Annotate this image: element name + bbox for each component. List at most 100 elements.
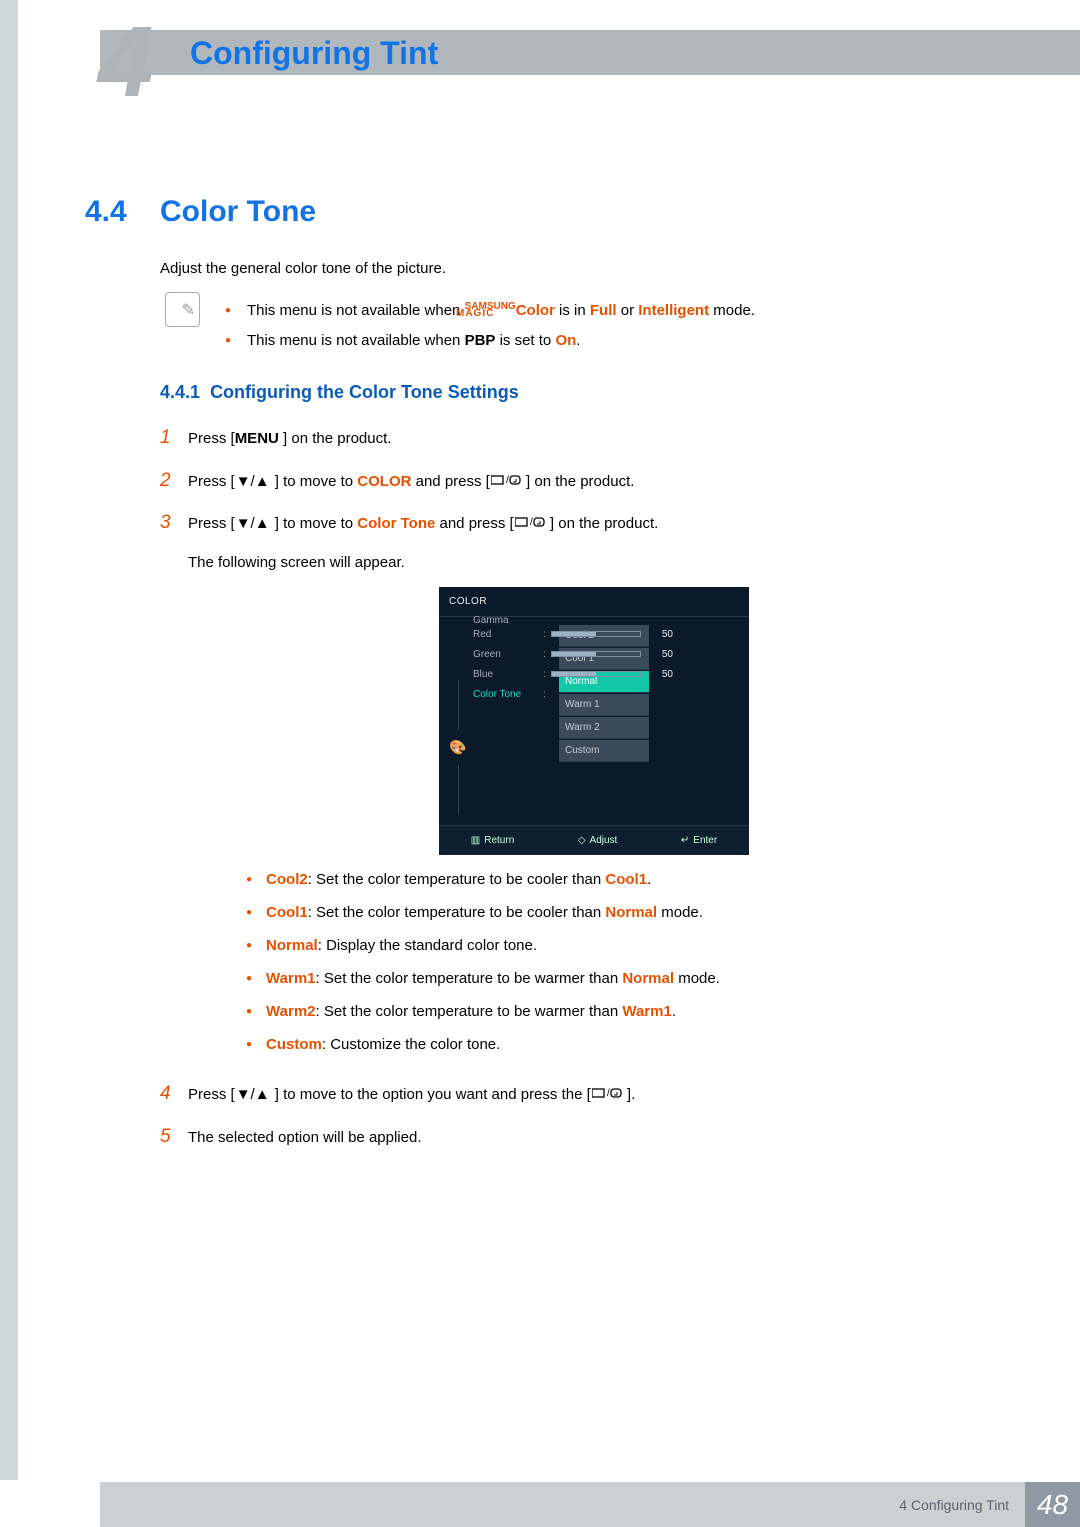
enter-icon: /: [515, 510, 545, 539]
color-tone-menu-label: Color Tone: [357, 515, 435, 532]
s3-post: ] on the product.: [546, 515, 659, 532]
step-number: 3: [160, 512, 188, 534]
step-number: 2: [160, 470, 188, 492]
intelligent-label: Intelligent: [638, 302, 709, 319]
left-margin-bar: [0, 0, 18, 1480]
osd-row-color-tone: Color Tone : Cool 2 Cool 1 Normal Warm 1…: [473, 685, 743, 703]
step-2: 2 Press [▼/▲ ] to move to COLOR and pres…: [160, 468, 1000, 497]
osd-color-tone-options: Cool 2 Cool 1 Normal Warm 1 Warm 2 Custo…: [559, 625, 649, 763]
footer-chapter-label: 4 Configuring Tint: [100, 1482, 1025, 1527]
osd-option-warm2: Warm 2: [559, 717, 649, 739]
svg-text:/: /: [607, 1088, 610, 1099]
page-title: Configuring Tint: [190, 35, 438, 72]
s4-mid: ] to move to the option you want and pre…: [271, 1086, 591, 1103]
bullet-icon: ●: [225, 305, 231, 316]
color-menu-label: COLOR: [357, 473, 411, 490]
osd-return: ▥Return: [471, 831, 514, 850]
s4-post: ].: [623, 1086, 636, 1103]
s3-follow: The following screen will appear.: [188, 554, 405, 571]
bullet-icon: ●: [246, 940, 252, 951]
full-label: Full: [590, 302, 617, 319]
s1-pre: Press [: [188, 430, 235, 447]
note-icon: ✎: [165, 292, 200, 327]
section-title: Color Tone: [160, 195, 316, 229]
subsection-number: 4.4.1: [160, 382, 200, 402]
bullet-icon: ●: [246, 1039, 252, 1050]
desc-warm2: ●Warm2: Set the color temperature to be …: [246, 1001, 1000, 1022]
s2-pre: Press [: [188, 473, 235, 490]
bullet-icon: ●: [246, 874, 252, 885]
footer-page-number: 48: [1025, 1482, 1080, 1527]
chapter-number-graphic: 4: [98, 12, 154, 112]
osd-footer: ▥Return ◇Adjust ↵Enter: [439, 825, 749, 855]
desc-cool2: ●Cool2: Set the color temperature to be …: [246, 869, 1000, 890]
s5-text: The selected option will be applied.: [188, 1124, 1000, 1153]
s3-mid: ] to move to: [271, 515, 358, 532]
bullet-icon: ●: [246, 907, 252, 918]
osd-screenshot: COLOR 🎨 Red : 50 Green: [439, 587, 749, 855]
osd-option-warm1: Warm 1: [559, 694, 649, 716]
s3-and: and press [: [435, 515, 513, 532]
steps-list: 1 Press [MENU ] on the product. 2 Press …: [160, 425, 1000, 1166]
note2-mid: is set to: [495, 332, 555, 349]
osd-label: Gamma: [473, 611, 543, 630]
menu-button-label: MENU: [235, 425, 279, 454]
return-icon: ▥: [471, 835, 480, 846]
svg-text:/: /: [506, 475, 509, 486]
magic-subscript: MAGIC: [456, 304, 494, 324]
osd-label: Blue: [473, 665, 543, 684]
osd-enter: ↵Enter: [681, 831, 717, 850]
osd-label: Green: [473, 645, 543, 664]
s4-pre: Press [: [188, 1086, 235, 1103]
desc-warm1: ●Warm1: Set the color temperature to be …: [246, 968, 1000, 989]
osd-value: 50: [647, 625, 673, 644]
note2-pre: This menu is not available when: [247, 332, 465, 349]
osd-value: 50: [647, 645, 673, 664]
pbp-label: PBP: [465, 332, 496, 349]
s2-and: and press [: [411, 473, 489, 490]
down-up-arrow-icon: ▼/▲: [236, 468, 270, 497]
step-3: 3 Press [▼/▲ ] to move to Color Tone and…: [160, 510, 1000, 1067]
note1-or: or: [617, 302, 639, 319]
subsection-title: Configuring the Color Tone Settings: [210, 382, 519, 402]
step-4: 4 Press [▼/▲ ] to move to the option you…: [160, 1081, 1000, 1110]
enter-icon: ↵: [681, 835, 689, 846]
step-5: 5 The selected option will be applied.: [160, 1124, 1000, 1153]
enter-icon: /: [491, 468, 521, 497]
adjust-icon: ◇: [578, 835, 586, 846]
desc-normal: ●Normal: Display the standard color tone…: [246, 935, 1000, 956]
s2-post: ] on the product.: [522, 473, 635, 490]
bullet-icon: ●: [225, 335, 231, 346]
osd-label-selected: Color Tone: [473, 685, 543, 704]
enter-icon: /: [592, 1081, 622, 1110]
step-1: 1 Press [MENU ] on the product.: [160, 425, 1000, 454]
down-up-arrow-icon: ▼/▲: [236, 1081, 270, 1110]
intro-text: Adjust the general color tone of the pic…: [160, 260, 446, 277]
subsection-heading: 4.4.1 Configuring the Color Tone Setting…: [160, 382, 519, 403]
desc-custom: ●Custom: Customize the color tone.: [246, 1034, 1000, 1055]
note1-post: mode.: [709, 302, 755, 319]
desc-cool1: ●Cool1: Set the color temperature to be …: [246, 902, 1000, 923]
section-number: 4.4: [85, 195, 127, 229]
bullet-icon: ●: [246, 1006, 252, 1017]
magic-color-label: Color: [516, 302, 555, 319]
note1-mid: is in: [555, 302, 590, 319]
s1-post: ] on the product.: [279, 430, 392, 447]
step-number: 1: [160, 427, 188, 449]
s2-mid: ] to move to: [271, 473, 358, 490]
s3-pre: Press [: [188, 515, 235, 532]
note-list: ● This menu is not available when SAMSUN…: [225, 296, 755, 356]
step-number: 5: [160, 1126, 188, 1148]
step-number: 4: [160, 1083, 188, 1105]
svg-text:/: /: [530, 517, 533, 528]
palette-icon: 🎨: [449, 734, 466, 761]
bullet-icon: ●: [246, 973, 252, 984]
osd-option-custom: Custom: [559, 740, 649, 762]
osd-value: 50: [647, 665, 673, 684]
note1-pre: This menu is not available when: [247, 302, 465, 319]
on-label: On: [555, 332, 576, 349]
down-up-arrow-icon: ▼/▲: [236, 510, 270, 539]
osd-adjust: ◇Adjust: [578, 831, 618, 850]
tone-description-list: ●Cool2: Set the color temperature to be …: [246, 869, 1000, 1055]
note2-post: .: [576, 332, 580, 349]
